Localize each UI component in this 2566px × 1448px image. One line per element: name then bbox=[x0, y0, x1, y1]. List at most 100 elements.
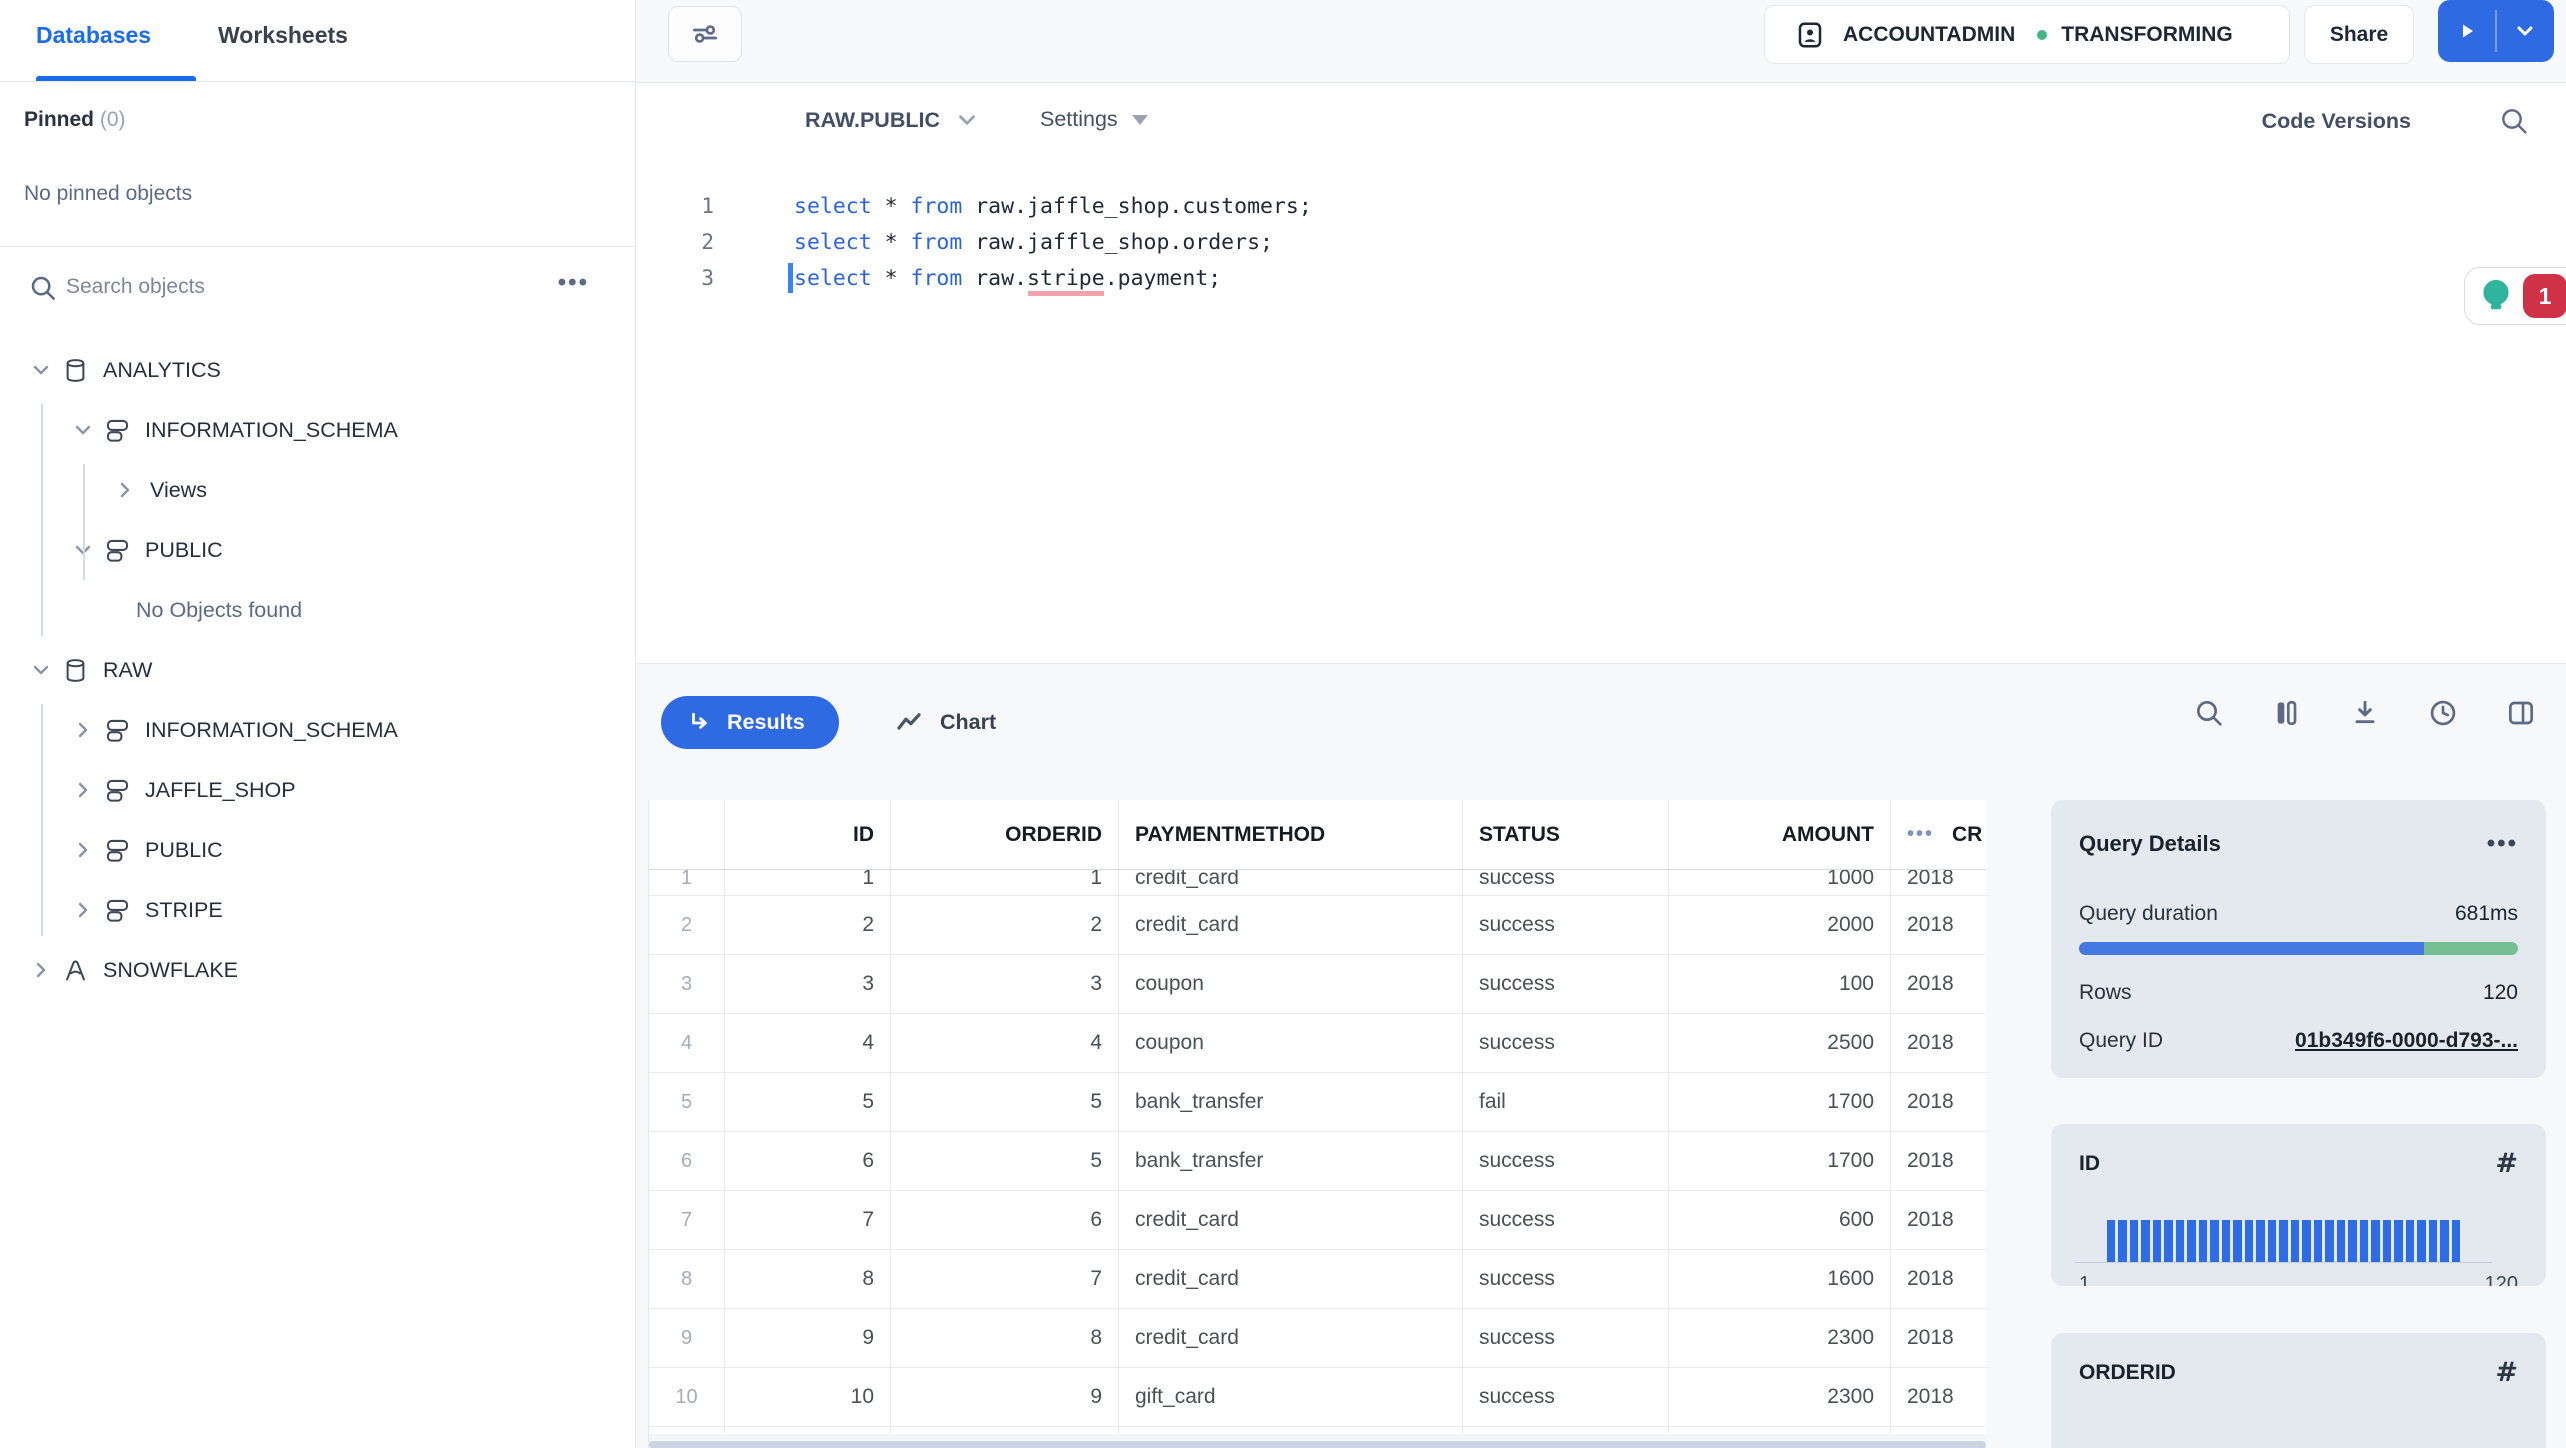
data-cell: success bbox=[1463, 1014, 1669, 1072]
table-row-3[interactable]: 3 3 3 coupon success 100 2018 bbox=[649, 955, 1986, 1014]
row-number-cell: 9 bbox=[649, 1309, 725, 1367]
search-icon bbox=[28, 273, 58, 303]
history-icon[interactable] bbox=[2426, 696, 2460, 730]
orderid-histogram[interactable] bbox=[2079, 1408, 2518, 1448]
horizontal-scrollbar[interactable] bbox=[649, 1441, 1986, 1448]
data-cell: success bbox=[1463, 1250, 1669, 1308]
data-cell: success bbox=[1463, 955, 1669, 1013]
tab-worksheets[interactable]: Worksheets bbox=[218, 22, 348, 49]
column-header-orderid[interactable]: ORDERID bbox=[891, 800, 1119, 869]
app-icon bbox=[62, 957, 89, 984]
table-row-2[interactable]: 2 2 2 credit_card success 2000 2018 bbox=[649, 896, 1986, 955]
results-section: Results Chart ID ORDERID PAYMENTMETHOD S… bbox=[636, 663, 2566, 1448]
table-row-6[interactable]: 6 6 5 bank_transfer success 1700 2018 bbox=[649, 1132, 1986, 1191]
tree-item-label: PUBLIC bbox=[145, 537, 223, 562]
split-panel-icon[interactable] bbox=[2504, 696, 2538, 730]
column-header-paymentmethod[interactable]: PAYMENTMETHOD bbox=[1119, 800, 1463, 869]
worksheet-topbar: ACCOUNTADMIN TRANSFORMING Share bbox=[636, 0, 2566, 83]
chevron-down-icon bbox=[954, 107, 980, 133]
column-header-cr[interactable]: ••• CR bbox=[1891, 800, 1986, 869]
code-versions-link[interactable]: Code Versions bbox=[2262, 109, 2411, 134]
column-header-label: CR bbox=[1952, 822, 1983, 846]
table-row-1[interactable]: 1 1 1 credit_card success 1000 2018 bbox=[649, 869, 1986, 896]
column-menu-ellipsis[interactable]: ••• bbox=[1907, 823, 1934, 846]
tree-item-information_schema[interactable]: INFORMATION_SCHEMA bbox=[0, 700, 634, 760]
numeric-column-icon[interactable]: # bbox=[2495, 1357, 2518, 1388]
chevron-down-icon[interactable] bbox=[30, 659, 52, 681]
search-icon[interactable] bbox=[2192, 696, 2226, 730]
role-warehouse-selector[interactable]: ACCOUNTADMIN TRANSFORMING bbox=[1764, 5, 2290, 64]
table-row-10[interactable]: 10 10 9 gift_card success 2300 2018 bbox=[649, 1368, 1986, 1427]
tree-item-raw[interactable]: RAW bbox=[0, 640, 634, 700]
table-row-9[interactable]: 9 9 8 credit_card success 2300 2018 bbox=[649, 1309, 1986, 1368]
chevron-right-icon[interactable] bbox=[72, 839, 94, 861]
columns-icon[interactable] bbox=[2270, 696, 2304, 730]
table-row-8[interactable]: 8 8 7 credit_card success 1600 2018 bbox=[649, 1250, 1986, 1309]
tab-databases[interactable]: Databases bbox=[36, 22, 151, 49]
results-grid: ID ORDERID PAYMENTMETHOD STATUS AMOUNT ••• CR … bbox=[648, 800, 1986, 1448]
column-header-status[interactable]: STATUS bbox=[1463, 800, 1669, 869]
chevron-right-icon[interactable] bbox=[30, 959, 52, 981]
column-header-amount[interactable]: AMOUNT bbox=[1669, 800, 1891, 869]
chevron-right-icon[interactable] bbox=[72, 719, 94, 741]
numeric-column-icon[interactable]: # bbox=[2495, 1148, 2518, 1179]
tree-item-label: No Objects found bbox=[136, 597, 303, 622]
table-row-5[interactable]: 5 5 5 bank_transfer fail 1700 2018 bbox=[649, 1073, 1986, 1132]
row-cells: 2 2 2 credit_card success 2000 2018 bbox=[649, 896, 1986, 954]
editor-settings-menu[interactable]: Settings bbox=[1040, 107, 1148, 132]
query-id-link[interactable]: 01b349f6-0000-d793-... bbox=[2295, 1029, 2518, 1053]
row-cells: 9 9 8 credit_card success 2300 2018 bbox=[649, 1309, 1986, 1367]
tab-results[interactable]: Results bbox=[661, 696, 839, 749]
chevron-right-icon[interactable] bbox=[114, 479, 136, 501]
tree-item-jaffle_shop[interactable]: JAFFLE_SHOP bbox=[0, 760, 634, 820]
chevron-right-icon[interactable] bbox=[72, 899, 94, 921]
tree-item-information_schema[interactable]: INFORMATION_SCHEMA bbox=[0, 400, 634, 460]
database-icon bbox=[62, 657, 89, 684]
worksheet-config-button[interactable] bbox=[668, 6, 742, 62]
histogram-bar bbox=[2417, 1220, 2426, 1262]
editor-search-icon[interactable] bbox=[2498, 105, 2530, 137]
download-icon[interactable] bbox=[2348, 696, 2382, 730]
copilot-suggestions-pill[interactable]: 1 bbox=[2464, 267, 2566, 325]
code-line-1[interactable]: 1 select * from raw.jaffle_shop.customers… bbox=[636, 188, 2566, 224]
code-area[interactable]: 1 select * from raw.jaffle_shop.customers… bbox=[636, 188, 2566, 663]
table-row-7[interactable]: 7 7 6 credit_card success 600 2018 bbox=[649, 1191, 1986, 1250]
row-number-cell: 6 bbox=[649, 1132, 725, 1190]
tab-chart[interactable]: Chart bbox=[894, 696, 996, 749]
query-details-menu[interactable]: ••• bbox=[2487, 830, 2518, 858]
rows-label: Rows bbox=[2079, 981, 2132, 1004]
results-actions bbox=[2192, 696, 2538, 730]
chevron-right-icon[interactable] bbox=[72, 779, 94, 801]
tree-item-snowflake[interactable]: SNOWFLAKE bbox=[0, 940, 634, 1000]
run-button[interactable] bbox=[2438, 0, 2495, 62]
id-histogram[interactable] bbox=[2075, 1199, 2518, 1263]
data-cell: 9 bbox=[891, 1368, 1119, 1426]
code-line-3[interactable]: 3 select * from raw.stripe.payment; bbox=[636, 260, 2566, 296]
pinned-count: (0) bbox=[99, 108, 126, 131]
database-context-selector[interactable]: RAW.PUBLIC bbox=[805, 107, 980, 133]
data-cell: 2 bbox=[891, 896, 1119, 954]
query-duration-value: 681ms bbox=[2454, 902, 2518, 925]
chevron-down-icon[interactable] bbox=[30, 359, 52, 381]
share-button[interactable]: Share bbox=[2304, 5, 2414, 64]
run-options-button[interactable] bbox=[2497, 0, 2554, 62]
row-cells: 5 5 5 bank_transfer fail 1700 2018 bbox=[649, 1073, 1986, 1131]
active-tab-indicator bbox=[36, 76, 196, 81]
row-number-cell: 4 bbox=[649, 1014, 725, 1072]
code-line-2[interactable]: 2 select * from raw.jaffle_shop.orders; bbox=[636, 224, 2566, 260]
sidebar-more-menu[interactable]: ••• bbox=[558, 269, 589, 297]
table-row-4[interactable]: 4 4 4 coupon success 2500 2018 bbox=[649, 1014, 1986, 1073]
editor-header: RAW.PUBLIC Settings Code Versions bbox=[636, 83, 2566, 163]
tree-item-public[interactable]: PUBLIC bbox=[0, 820, 634, 880]
tree-item-analytics[interactable]: ANALYTICS bbox=[0, 340, 634, 400]
tree-item-stripe[interactable]: STRIPE bbox=[0, 880, 634, 940]
row-cells: 1 1 1 credit_card success 1000 2018 bbox=[649, 869, 1986, 895]
column-header-id[interactable]: ID bbox=[725, 800, 891, 869]
error-underlined-token: stripe bbox=[1027, 265, 1105, 291]
tree-item-public[interactable]: PUBLIC bbox=[0, 520, 634, 580]
tree-item-views[interactable]: Views bbox=[0, 460, 634, 520]
chevron-down-icon[interactable] bbox=[72, 419, 94, 441]
search-objects-input[interactable]: Search objects bbox=[66, 275, 205, 299]
pinned-section: Pinned (0) No pinned objects bbox=[0, 82, 635, 247]
data-cell: 4 bbox=[725, 1014, 891, 1072]
